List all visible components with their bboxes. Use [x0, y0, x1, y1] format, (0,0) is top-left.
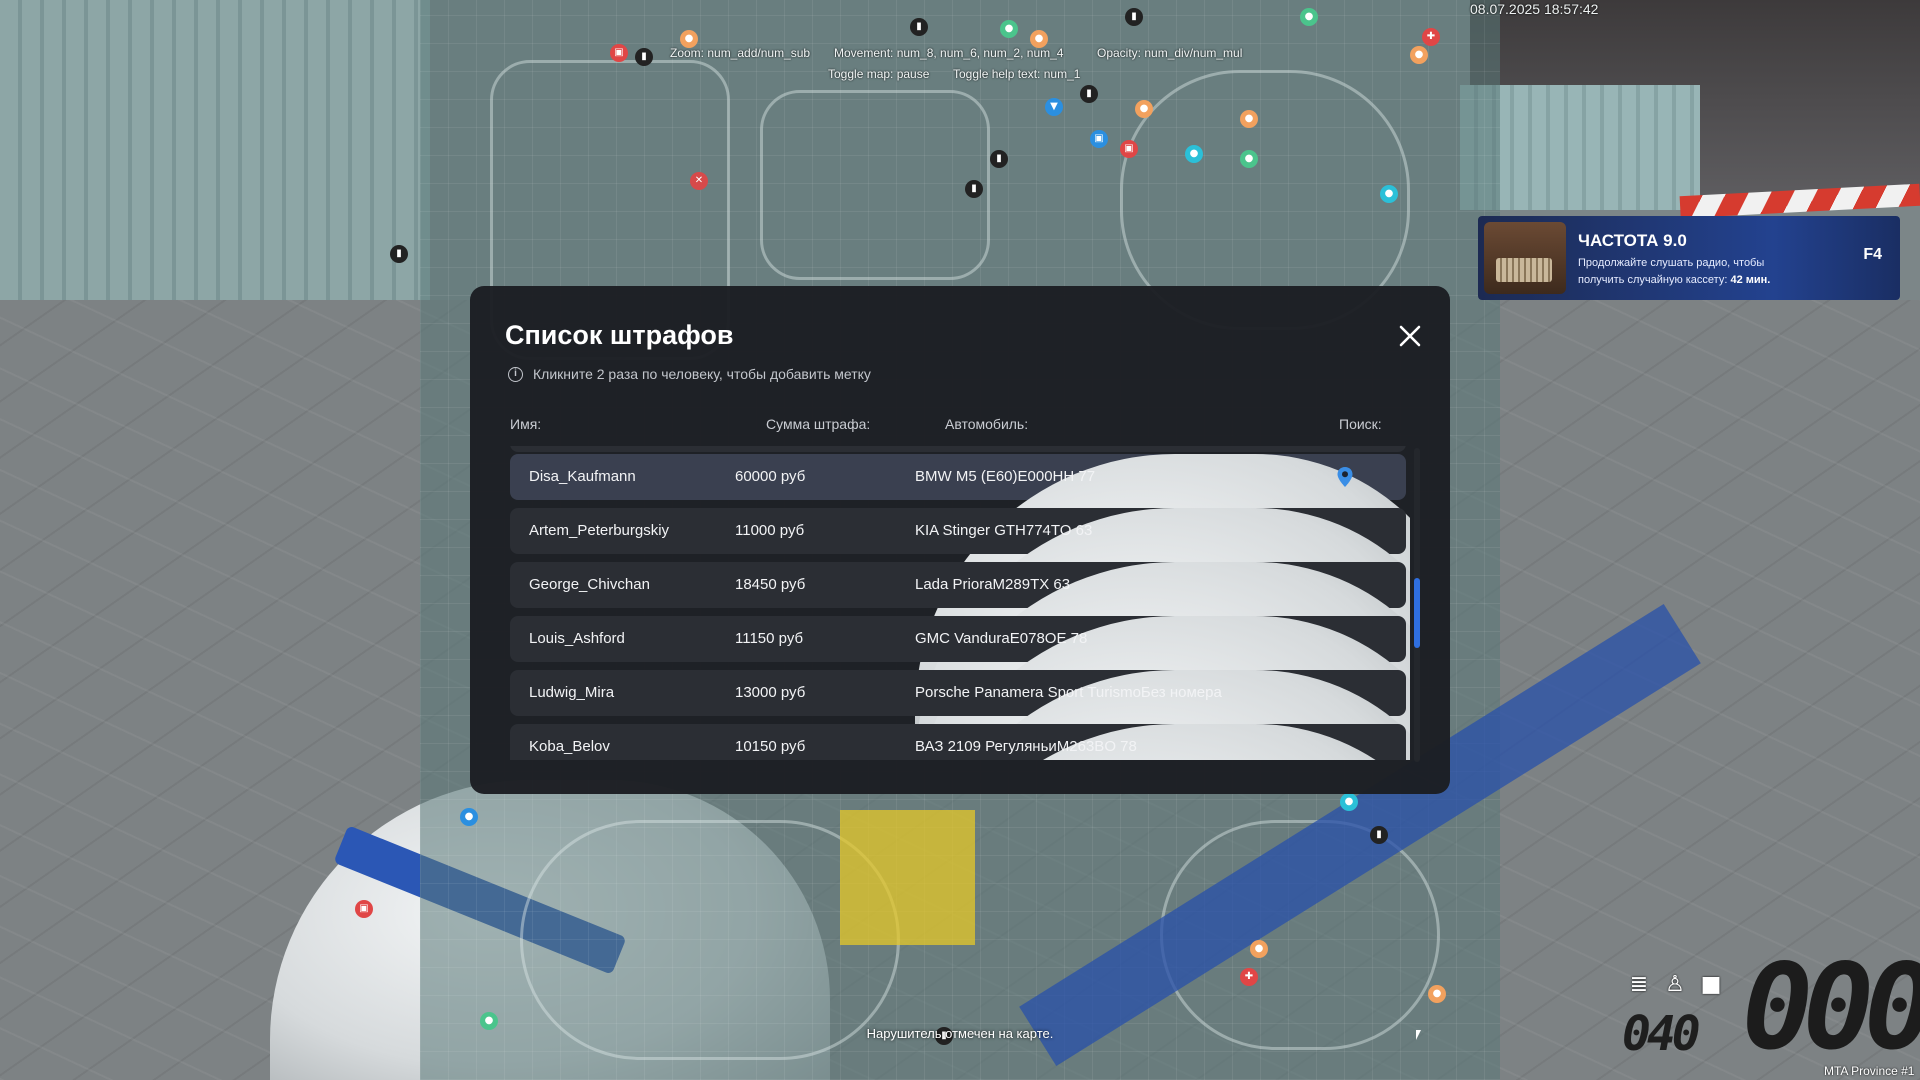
- close-icon: [1399, 325, 1421, 347]
- map-marker-icon: ✕: [690, 172, 708, 190]
- speedometer: 000: [1742, 938, 1920, 1076]
- map-marker-icon: ●: [1380, 185, 1398, 203]
- dialog-title: Список штрафов: [505, 320, 734, 350]
- column-header-car[interactable]: Автомобиль:: [945, 416, 1028, 432]
- map-marker-icon: ●: [1300, 8, 1318, 26]
- table-row[interactable]: Artem_Peterburgskiy 11000 руб KIA Stinge…: [510, 508, 1410, 760]
- row-fine: 13000 руб: [735, 684, 806, 701]
- column-header-name[interactable]: Имя:: [510, 416, 541, 432]
- fines-dialog: Список штрафов i Кликните 2 раза по чело…: [470, 286, 1450, 1040]
- row-name: George_Chivchan: [529, 576, 650, 593]
- radio-widget: ЧАСТОТА 9.0 Продолжайте слушать радио, ч…: [1478, 216, 1900, 300]
- row-name: Louis_Ashford: [529, 630, 625, 647]
- radio-text: Продолжайте слушать радио, чтобы получит…: [1578, 255, 1808, 289]
- fuel-marker-icon: ▮: [910, 18, 928, 36]
- hospital-marker-icon: ✚: [1422, 28, 1440, 46]
- fuel-marker-icon: ▮: [635, 48, 653, 66]
- headlight-icon: ≣: [1629, 972, 1649, 997]
- map-marker-icon: ▣: [355, 900, 373, 918]
- server-name: MTA Province #1: [1824, 1064, 1915, 1078]
- scrollbar-thumb[interactable]: [1414, 578, 1420, 648]
- map-marker-icon: ●: [460, 808, 478, 826]
- timestamp: 08.07.2025 18:57:42: [1470, 1, 1599, 17]
- map-marker-icon: ●: [1250, 940, 1268, 958]
- map-help-opacity: Opacity: num_div/num_mul: [1097, 46, 1243, 60]
- table-row-selected[interactable]: Disa_Kaufmann 60000 руб BMW M5 (E60)E000…: [510, 454, 1410, 760]
- row-name: Koba_Belov: [529, 738, 610, 755]
- table-row[interactable]: Koba_Belov 10150 руб ВАЗ 2109 РегуляньиM…: [510, 724, 1410, 760]
- radio-time: 42 мин.: [1730, 274, 1771, 286]
- row-name: Ludwig_Mira: [529, 684, 615, 701]
- table-row[interactable]: George_Chivchan 18450 руб Lada PrioraM28…: [510, 562, 1410, 760]
- map-help-movement: Movement: num_8, num_6, num_2, num_4: [834, 46, 1064, 60]
- fuel-gauge: 040: [1622, 1006, 1701, 1062]
- location-pin-icon[interactable]: [1336, 466, 1354, 488]
- map-marker-icon: ▣: [1120, 140, 1138, 158]
- fuel-marker-icon: ▮: [1080, 85, 1098, 103]
- fines-list[interactable]: Disa_Kaufmann 60000 руб BMW M5 (E60)E000…: [510, 446, 1410, 760]
- list-scrollbar[interactable]: [1414, 448, 1420, 762]
- fuel-marker-icon: ▮: [1370, 826, 1388, 844]
- map-help-zoom: Zoom: num_add/num_sub: [670, 46, 811, 60]
- map-marker-icon: ●: [1340, 793, 1358, 811]
- hud-indicators: ≣ ♙ ■: [1626, 972, 1724, 998]
- radio-hotkey: F4: [1863, 246, 1882, 263]
- shop-marker-icon: ▼: [1045, 98, 1063, 116]
- row-car: ВАЗ 2109 РегуляньиM263BO 78: [915, 724, 1410, 760]
- dialog-hint: i Кликните 2 раза по человеку, чтобы доб…: [508, 366, 871, 382]
- info-icon: i: [508, 366, 523, 382]
- map-marker-icon: ●: [1240, 110, 1258, 128]
- fuel-marker-icon: ▮: [990, 150, 1008, 168]
- row-name: Artem_Peterburgskiy: [529, 522, 670, 539]
- engine-icon: ■: [1700, 972, 1722, 997]
- close-button[interactable]: [1390, 316, 1430, 356]
- map-marker-icon: ●: [1135, 100, 1153, 118]
- map-help-toggle-map: Toggle map: pause: [828, 67, 930, 81]
- seatbelt-icon: ♙: [1665, 972, 1685, 997]
- map-marker-icon: ●: [1000, 20, 1018, 38]
- mouse-cursor-icon: [1416, 1030, 1421, 1040]
- row-fine: 11150 руб: [735, 630, 804, 647]
- fuel-marker-icon: ▮: [965, 180, 983, 198]
- row-name: Disa_Kaufmann: [529, 468, 636, 485]
- table-row[interactable]: Louis_Ashford 11150 руб GMC VanduraE078O…: [510, 616, 1410, 760]
- map-help-toggle-help: Toggle help text: num_1: [953, 67, 1081, 81]
- radio-title: ЧАСТОТА 9.0: [1578, 231, 1687, 250]
- column-header-search[interactable]: Поиск:: [1339, 416, 1382, 432]
- table-row[interactable]: Ludwig_Mira 13000 руб Porsche Panamera S…: [510, 670, 1410, 760]
- hospital-marker-icon: ✚: [1240, 968, 1258, 986]
- map-marker-icon: ●: [1428, 985, 1446, 1003]
- map-marker-icon: ▣: [1090, 130, 1108, 148]
- map-zone-highlight: [840, 810, 975, 945]
- map-road: [760, 90, 990, 280]
- row-fine: 18450 руб: [735, 576, 806, 593]
- row-fine: 10150 руб: [735, 738, 806, 755]
- map-marker-icon: ●: [1240, 150, 1258, 168]
- map-marker-icon: ●: [1185, 145, 1203, 163]
- row-fine: 11000 руб: [735, 522, 805, 539]
- map-marker-icon: ●: [1410, 46, 1428, 64]
- hint-text: Кликните 2 раза по человеку, чтобы добав…: [533, 366, 871, 382]
- column-header-fine[interactable]: Сумма штрафа:: [766, 416, 870, 432]
- map-marker-icon: ▣: [610, 44, 628, 62]
- radio-icon: [1484, 222, 1566, 294]
- fuel-marker-icon: ▮: [390, 245, 408, 263]
- row-fine: 60000 руб: [735, 468, 806, 485]
- table-row[interactable]: [510, 446, 1406, 452]
- fuel-marker-icon: ▮: [1125, 8, 1143, 26]
